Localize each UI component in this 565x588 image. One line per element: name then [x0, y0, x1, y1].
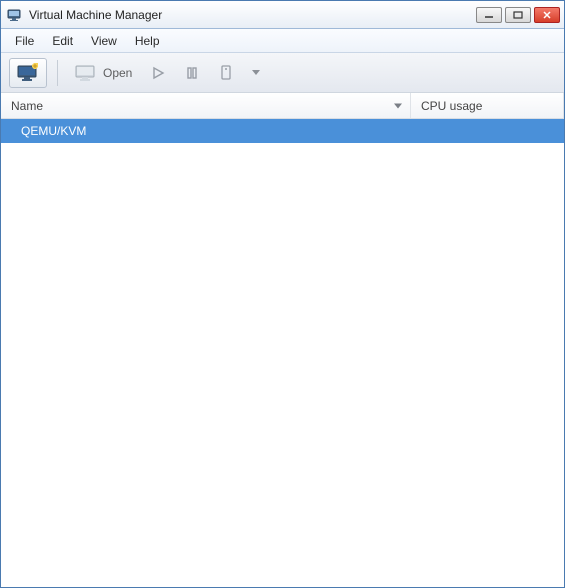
column-name-label: Name: [11, 99, 43, 113]
close-button[interactable]: [534, 7, 560, 23]
chevron-down-icon: [252, 70, 260, 75]
menu-edit[interactable]: Edit: [44, 32, 81, 50]
maximize-button[interactable]: [505, 7, 531, 23]
shutdown-button[interactable]: [211, 58, 241, 88]
window-title: Virtual Machine Manager: [29, 8, 476, 22]
column-name[interactable]: Name: [1, 93, 411, 118]
open-label: Open: [103, 66, 132, 80]
column-headers: Name CPU usage: [1, 93, 564, 119]
menu-help[interactable]: Help: [127, 32, 168, 50]
shutdown-menu-button[interactable]: [245, 58, 267, 88]
menubar: File Edit View Help: [1, 29, 564, 53]
menu-file[interactable]: File: [7, 32, 42, 50]
toolbar-separator: [57, 60, 58, 86]
open-button[interactable]: Open: [68, 58, 139, 88]
column-cpu[interactable]: CPU usage: [411, 93, 564, 118]
pause-button[interactable]: [177, 58, 207, 88]
sort-indicator-icon: [394, 103, 402, 108]
app-window: Virtual Machine Manager File Edit View H…: [0, 0, 565, 588]
vm-list[interactable]: QEMU/KVM: [1, 119, 564, 587]
connection-name: QEMU/KVM: [21, 124, 86, 138]
menu-view[interactable]: View: [83, 32, 125, 50]
window-controls: [476, 7, 560, 23]
run-button[interactable]: [143, 58, 173, 88]
new-vm-button[interactable]: [9, 58, 47, 88]
titlebar: Virtual Machine Manager: [1, 1, 564, 29]
minimize-button[interactable]: [476, 7, 502, 23]
app-icon: [7, 7, 23, 23]
column-cpu-label: CPU usage: [421, 99, 482, 113]
toolbar: Open: [1, 53, 564, 93]
connection-row[interactable]: QEMU/KVM: [1, 119, 564, 143]
